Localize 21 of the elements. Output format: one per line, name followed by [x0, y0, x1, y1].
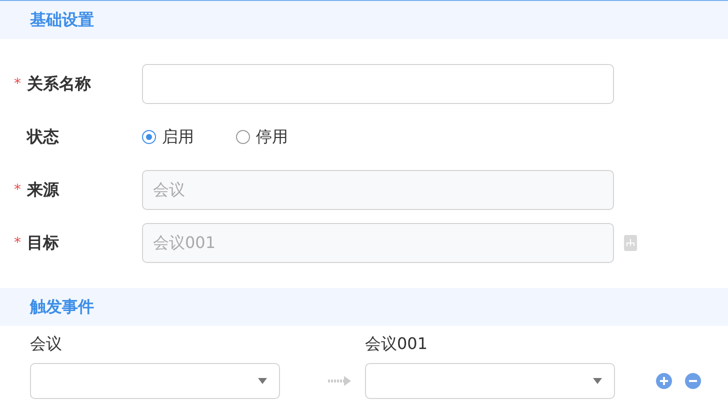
source-select[interactable] — [30, 363, 280, 399]
source-label: 会议 — [30, 334, 63, 355]
arrow-icon — [328, 376, 352, 386]
add-icon[interactable] — [656, 373, 672, 389]
text-field[interactable] — [142, 64, 614, 104]
required-mark: * — [14, 235, 22, 251]
field-label: 关系名称 — [27, 74, 91, 94]
section-title: 触发事件 — [30, 296, 94, 318]
caret-icon — [258, 378, 267, 384]
remove-icon[interactable] — [685, 373, 701, 389]
target-select[interactable] — [365, 363, 615, 399]
radio-option[interactable]: 启用 — [142, 126, 194, 148]
target-label: 会议001 — [365, 334, 429, 355]
required-mark: * — [14, 76, 22, 92]
section-title: 基础设置 — [30, 10, 94, 30]
caret-icon — [593, 378, 602, 384]
field-label: 来源 — [27, 180, 59, 200]
field-label: 状态 — [27, 126, 59, 148]
required-mark: * — [14, 182, 22, 198]
field-label: 目标 — [27, 232, 59, 254]
radio-option[interactable]: 停用 — [236, 126, 288, 148]
